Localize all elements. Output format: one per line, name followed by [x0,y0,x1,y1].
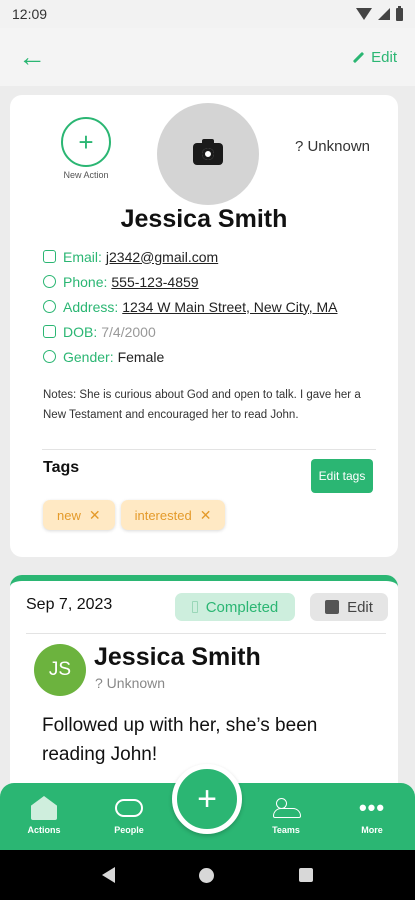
system-home-icon[interactable] [199,867,215,883]
tag-label: new [57,507,81,523]
edit-button[interactable]: Edit [352,49,397,66]
gender-label: Gender: [63,348,114,365]
edit-tags-button[interactable]: Edit tags [311,459,373,493]
signal-icon [378,8,390,20]
address-label: Address: [63,298,119,315]
phone-icon [43,275,56,288]
person-notes: Notes: She is curious about God and open… [43,389,361,421]
nav-actions-label: Actions [27,825,61,835]
divider [26,633,386,634]
pencil-icon [352,51,365,63]
new-action-label: New Action [63,170,109,180]
nav-teams[interactable]: Teams [256,795,316,835]
gender-field: Gender: Female [43,347,384,366]
edit-label: Edit [371,48,397,66]
location-pin-icon [43,300,56,313]
address-value[interactable]: 1234 W Main Street, New City, MA [122,299,337,315]
action-note: Followed up with her, she’s been reading… [42,715,318,765]
action-date: Sep 7, 2023 [26,596,113,613]
edit-action-button[interactable]: Edit [310,593,388,621]
status-bar: 12:09 [0,0,415,28]
dob-label: DOB: [63,323,98,340]
dob-field: DOB: 7/4/2000 [43,322,384,341]
nav-people-label: People [114,825,144,835]
avatar: JS [34,644,86,696]
completed-label: Completed [205,598,279,616]
nav-actions[interactable]: Actions [14,795,74,835]
calendar-icon [43,325,56,338]
address-field: Address: 1234 W Main Street, New City, M… [43,297,384,316]
tag-chip: new ✕ [43,500,115,530]
system-nav-bar [0,850,415,900]
email-field: Email: j2342@gmail.com [43,247,384,266]
person-card: + New Action ? Unknown Jessica Smith Ema… [10,95,398,557]
system-recents-icon[interactable] [298,868,313,882]
tag-label: interested [134,507,192,523]
status-time: 12:09 [12,6,48,22]
nav-more[interactable]: ••• More [342,795,402,836]
add-action-fab[interactable]: + [172,764,242,834]
email-value[interactable]: j2342@gmail.com [106,249,218,265]
person-name: Jessica Smith [120,205,288,233]
tag-chip: interested ✕ [120,500,226,530]
edit-action-label: Edit [347,598,373,616]
status-icons [356,5,403,21]
system-back-icon[interactable] [102,867,116,883]
tags-heading: Tags [43,459,80,476]
gender-value: Female [117,348,165,365]
divider [42,449,376,450]
nav-people[interactable]: People [99,795,159,835]
profile-photo[interactable] [157,103,259,205]
completed-toggle[interactable]: Completed [175,593,295,621]
phone-label: Phone: [63,273,108,290]
handshake-icon [115,799,143,817]
action-person-status: ? Unknown [95,675,166,691]
close-icon[interactable]: ✕ [200,507,212,524]
home-icon [31,796,57,820]
phone-field: Phone: 555-123-4859 [43,272,384,291]
email-label: Email: [63,248,102,265]
close-icon[interactable]: ✕ [89,507,101,524]
edit-icon [325,600,340,614]
arrow-left-icon[interactable]: ← [18,43,46,71]
wifi-icon [356,8,372,20]
nav-teams-label: Teams [272,825,300,835]
phone-value[interactable]: 555-123-4859 [111,274,198,290]
contact-fields: Email: j2342@gmail.com Phone: 555-123-48… [43,247,384,372]
new-action-button[interactable]: + New Action [58,117,114,180]
battery-icon [396,5,403,21]
nav-more-label: More [361,825,383,835]
more-dots-icon: ••• [358,795,386,820]
mail-icon [43,250,56,263]
person-status: ? Unknown [294,138,370,155]
dob-value: 7/4/2000 [101,323,156,340]
checkbox-icon [191,601,198,613]
camera-icon [193,139,223,165]
tag-list: new ✕ interested ✕ [43,500,226,530]
plus-circle-icon[interactable]: + [61,117,111,167]
action-person-name: Jessica Smith [94,643,261,671]
gender-icon [43,350,56,363]
plus-icon: + [197,779,217,818]
people-icon [273,798,301,818]
app-bar: ← Edit [0,28,415,86]
